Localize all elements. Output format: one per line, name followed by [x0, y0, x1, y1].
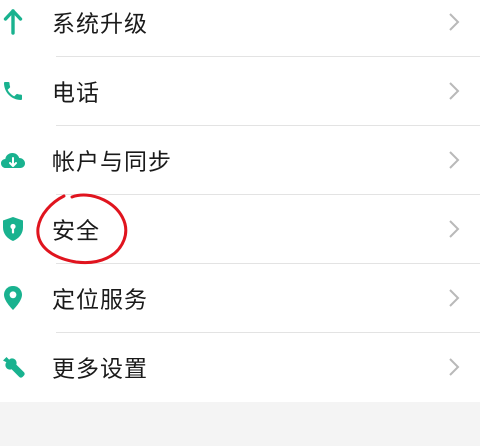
- settings-item-label: 定位服务: [52, 287, 148, 314]
- arrow-up-icon: [0, 9, 26, 35]
- shield-lock-icon: [0, 216, 26, 242]
- settings-item-label: 安全: [52, 218, 100, 245]
- settings-item-label: 更多设置: [52, 356, 148, 383]
- settings-item-label: 电话: [52, 80, 100, 107]
- settings-item-account-sync[interactable]: 帐户与同步: [0, 126, 480, 194]
- chevron-right-icon: [446, 148, 462, 172]
- settings-item-more[interactable]: 更多设置: [0, 333, 480, 401]
- chevron-right-icon: [446, 79, 462, 103]
- settings-item-system-update[interactable]: 系统升级: [0, 0, 480, 56]
- phone-icon: [0, 78, 26, 104]
- chevron-right-icon: [446, 217, 462, 241]
- wrench-icon: [0, 354, 26, 380]
- chevron-right-icon: [446, 10, 462, 34]
- empty-footer-area: [0, 402, 480, 446]
- chevron-right-icon: [446, 355, 462, 379]
- settings-item-label: 系统升级: [52, 11, 148, 38]
- settings-item-location[interactable]: 定位服务: [0, 264, 480, 332]
- location-pin-icon: [0, 285, 26, 311]
- settings-list: 系统升级 电话 帐户与同步 安全 定位服务 更多设置: [0, 0, 480, 402]
- settings-item-label: 帐户与同步: [52, 149, 172, 176]
- cloud-sync-icon: [0, 147, 26, 173]
- settings-item-phone[interactable]: 电话: [0, 57, 480, 125]
- settings-item-security[interactable]: 安全: [0, 195, 480, 263]
- chevron-right-icon: [446, 286, 462, 310]
